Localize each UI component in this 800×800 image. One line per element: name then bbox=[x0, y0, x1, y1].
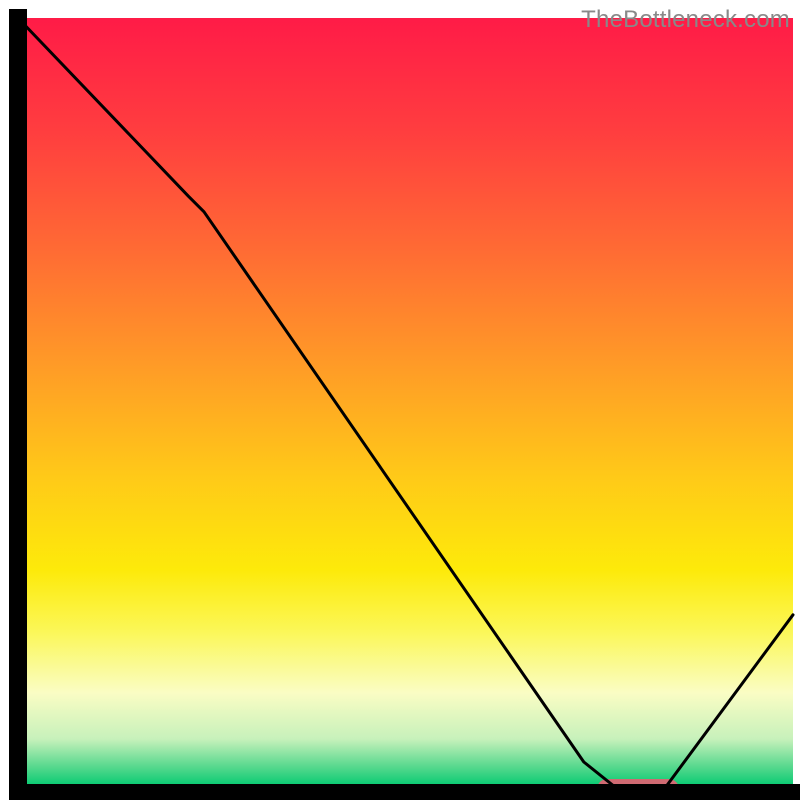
plot-gradient-background bbox=[18, 18, 793, 785]
watermark-text: TheBottleneck.com bbox=[581, 6, 790, 34]
bottleneck-chart: TheBottleneck.com bbox=[0, 0, 800, 800]
chart-svg bbox=[0, 0, 800, 800]
